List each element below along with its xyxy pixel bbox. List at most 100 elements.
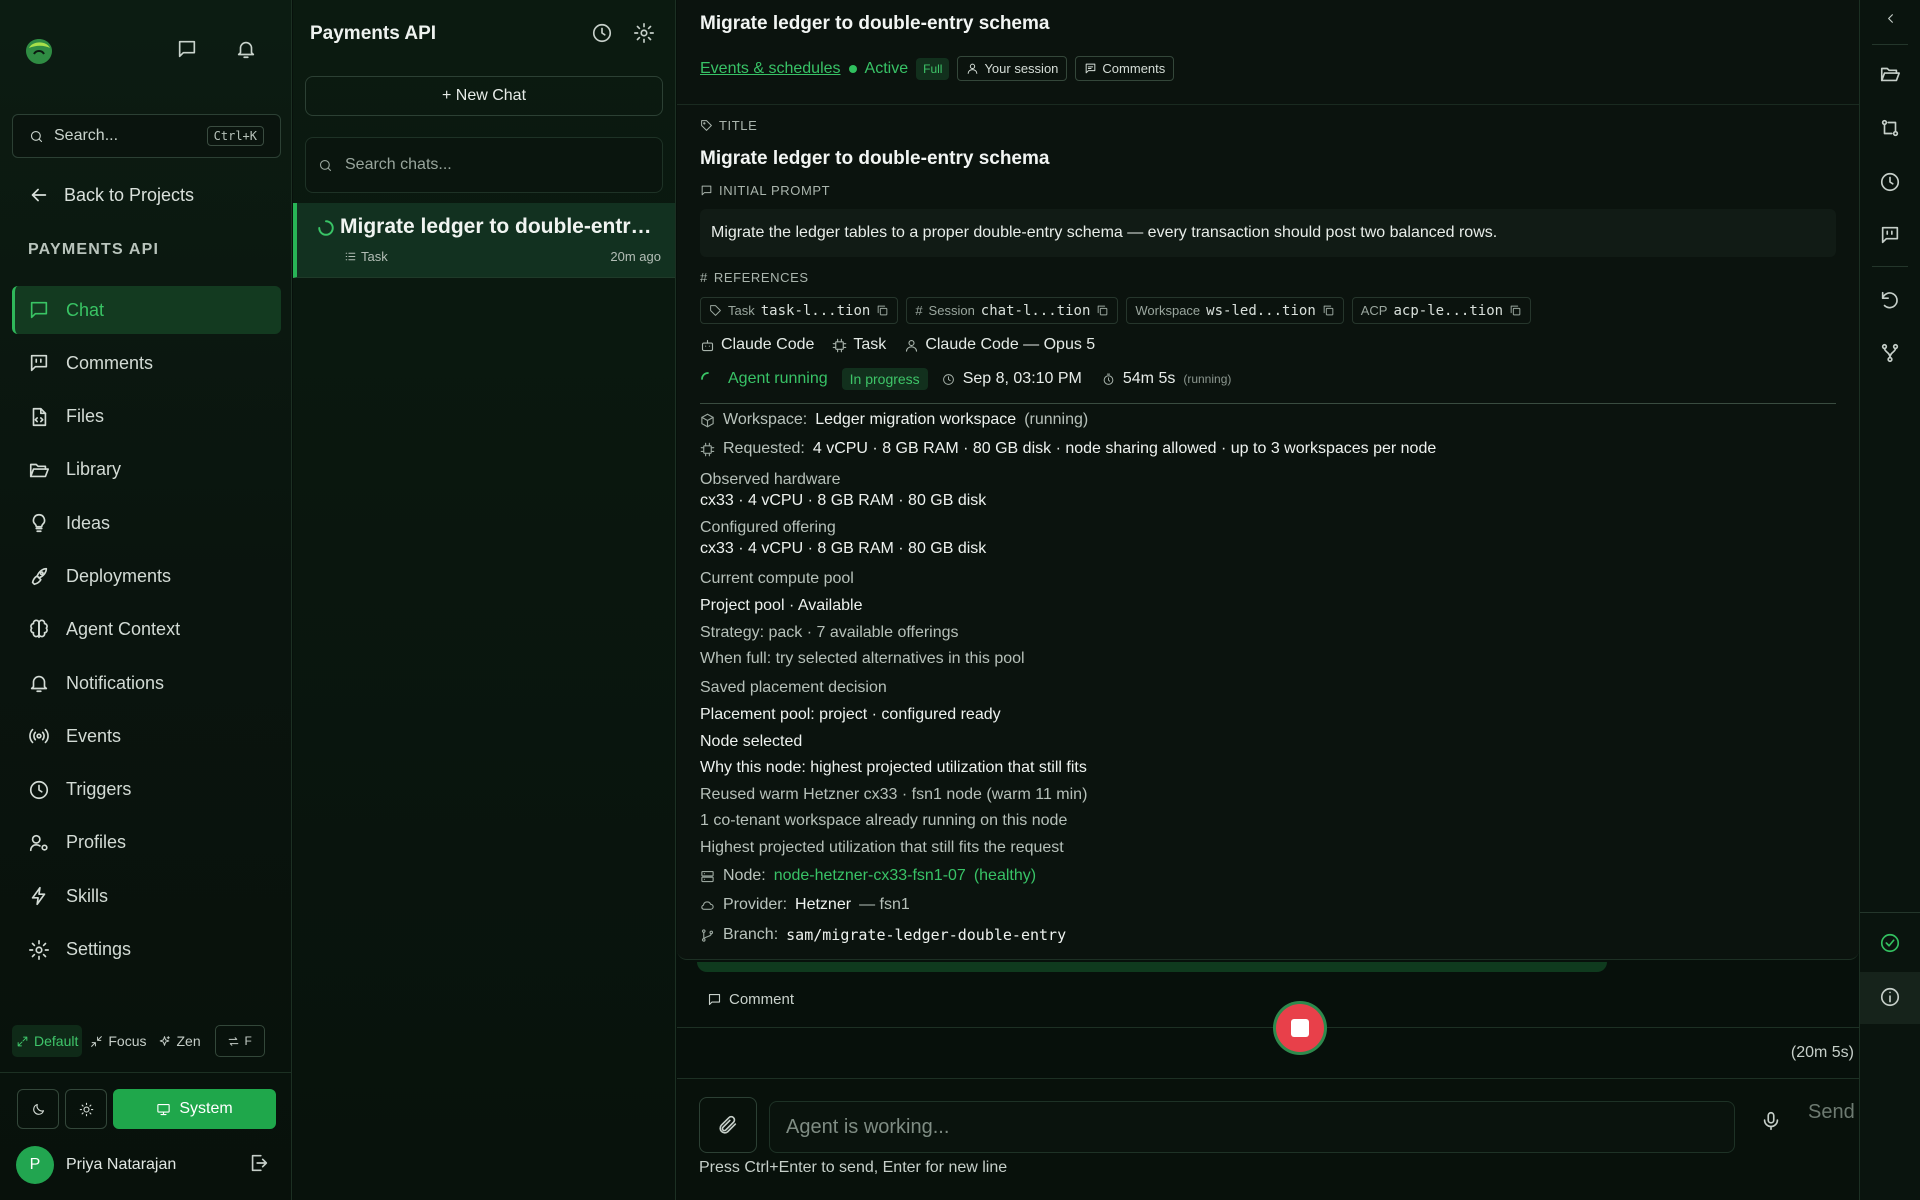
paperclip-icon (719, 1115, 737, 1134)
send-button[interactable]: Send (1808, 1101, 1855, 1124)
chevron-left-icon[interactable] (1883, 11, 1898, 26)
info-icon[interactable] (1879, 986, 1901, 1008)
sidebar-item-label: Notifications (66, 672, 165, 693)
stop-agent-button[interactable] (1276, 1004, 1324, 1052)
reference-value: ws-led...tion (1206, 302, 1316, 319)
sidebar-item-ideas[interactable]: Ideas (12, 499, 281, 547)
git-branch-icon (701, 928, 714, 942)
project-title: Payments API (310, 23, 437, 44)
message-input[interactable]: Agent is working... (769, 1101, 1735, 1153)
project-label: PAYMENTS API (28, 241, 160, 258)
progress-badge: In progress (841, 368, 928, 390)
bell-icon (30, 675, 48, 693)
reference-acp[interactable]: ACP acp-le...tion (1351, 297, 1532, 324)
tag-icon (710, 305, 721, 316)
copy-icon[interactable] (1322, 304, 1335, 317)
brain-icon (30, 619, 48, 638)
agent-running-label: Agent running (728, 370, 828, 387)
attach-button[interactable] (699, 1097, 757, 1153)
sidebar-item-skills[interactable]: Skills (12, 872, 281, 920)
sidebar-item-label: Library (66, 459, 122, 480)
swap-icon (229, 1036, 239, 1046)
node-link[interactable]: node-hetzner-cx33-fsn1-07 (774, 867, 966, 885)
mode-focus-button[interactable]: Focus (86, 1025, 150, 1057)
sidebar-item-profiles[interactable]: Profiles (12, 819, 281, 867)
comment-button[interactable]: Comment (707, 991, 794, 1008)
sidebar: Search... Ctrl+K Back to Projects PAYMEN… (0, 0, 292, 1200)
reference-workspace[interactable]: Workspace ws-led...tion (1126, 297, 1344, 324)
light-theme-button[interactable] (65, 1089, 107, 1129)
reference-value: chat-l...tion (980, 302, 1091, 319)
comment-label: Comment (729, 991, 795, 1008)
workspace-state: (running) (1024, 411, 1089, 428)
saved-label: Saved placement decision (700, 679, 887, 696)
workspace-name: Ledger migration workspace (815, 411, 1017, 428)
sidebar-item-label: Events (66, 725, 122, 746)
events-schedules-link[interactable]: Events & schedules (700, 60, 841, 78)
undo-icon[interactable] (1879, 289, 1901, 311)
sidebar-item-triggers[interactable]: Triggers (12, 766, 281, 814)
sidebar-item-files[interactable]: Files (12, 393, 281, 441)
copy-icon[interactable] (1509, 304, 1522, 317)
fork-icon[interactable] (1879, 342, 1901, 364)
branch-value: sam/migrate-ledger-double-entry (786, 926, 1067, 944)
sidebar-item-events[interactable]: Events (12, 712, 281, 760)
mode-default-button[interactable]: Default (12, 1025, 83, 1057)
chat-icon (30, 301, 48, 319)
moon-icon (32, 1103, 44, 1115)
run-status: Agent running In progress Sep 8, 03:10 P… (700, 368, 1231, 390)
history-icon[interactable] (591, 22, 613, 44)
copy-icon[interactable] (876, 304, 889, 317)
observed-label: Observed hardware (700, 471, 841, 488)
initial-prompt: Migrate the ledger tables to a proper do… (700, 209, 1836, 257)
reused-node: Reused warm Hetzner cx33 · fsn1 node (wa… (700, 786, 1088, 803)
workspace-row: Workspace: Ledger migration workspace (r… (700, 411, 1088, 429)
message-placeholder: Agent is working... (786, 1115, 950, 1138)
folder-open-icon[interactable] (1879, 63, 1901, 85)
requested-value: 4 vCPU · 8 GB RAM · 80 GB disk · node sh… (812, 440, 1437, 457)
sidebar-item-comments[interactable]: Comments (12, 339, 281, 387)
sidebar-item-label: Skills (66, 885, 109, 906)
chat-bubble-icon[interactable] (176, 38, 198, 60)
gear-icon[interactable] (633, 22, 655, 44)
why-node: Why this node: highest projected utiliza… (700, 759, 1087, 776)
avatar: P (16, 1146, 54, 1184)
system-theme-button[interactable]: System (113, 1089, 276, 1129)
mode-toggle-button[interactable]: F (214, 1025, 265, 1057)
server-icon (701, 870, 714, 882)
sidebar-item-library[interactable]: Library (12, 446, 281, 494)
comment-icon (1086, 63, 1096, 74)
bell-icon[interactable] (235, 38, 257, 60)
sidebar-item-settings[interactable]: Settings (12, 926, 281, 974)
dark-theme-button[interactable] (17, 1089, 59, 1129)
mode-zen-button[interactable]: Zen (154, 1025, 204, 1057)
kind-label: Task (853, 336, 887, 353)
list-item[interactable]: Migrate ledger to double-entry schema Ta… (293, 203, 675, 278)
check-circle-icon[interactable] (1879, 932, 1901, 954)
sparkles-icon (160, 1035, 171, 1046)
git-compare-icon[interactable] (1879, 117, 1901, 139)
references-section-label: # REFERENCES (700, 270, 809, 285)
sidebar-item-chat[interactable]: Chat (12, 286, 281, 334)
sidebar-item-deployments[interactable]: Deployments (12, 552, 281, 600)
chat-kind: Task (361, 249, 388, 264)
divider (700, 403, 1836, 404)
clock-icon[interactable] (1879, 171, 1901, 193)
logo-icon (26, 39, 52, 64)
reference-task[interactable]: Task task-l...tion (700, 297, 899, 324)
user-profile[interactable]: P Priya Natarajan (16, 1146, 176, 1184)
sidebar-item-notifications[interactable]: Notifications (12, 659, 281, 707)
new-chat-button[interactable]: + New Chat (305, 76, 663, 116)
message-bubble-edge (697, 962, 1607, 972)
reference-session[interactable]: # Session chat-l...tion (906, 297, 1119, 324)
comments-chip[interactable]: Comments (1075, 56, 1175, 81)
copy-icon[interactable] (1096, 304, 1109, 317)
logout-icon[interactable] (248, 1152, 270, 1174)
microphone-icon[interactable] (1760, 1110, 1782, 1132)
global-search[interactable]: Search... Ctrl+K (12, 114, 281, 158)
chat-search-input[interactable]: Search chats... (305, 137, 663, 193)
back-to-projects[interactable]: Back to Projects (28, 184, 194, 206)
comments-icon[interactable] (1879, 224, 1901, 246)
your-session-chip[interactable]: Your session (957, 56, 1068, 81)
sidebar-item-agent-context[interactable]: Agent Context (12, 606, 281, 654)
